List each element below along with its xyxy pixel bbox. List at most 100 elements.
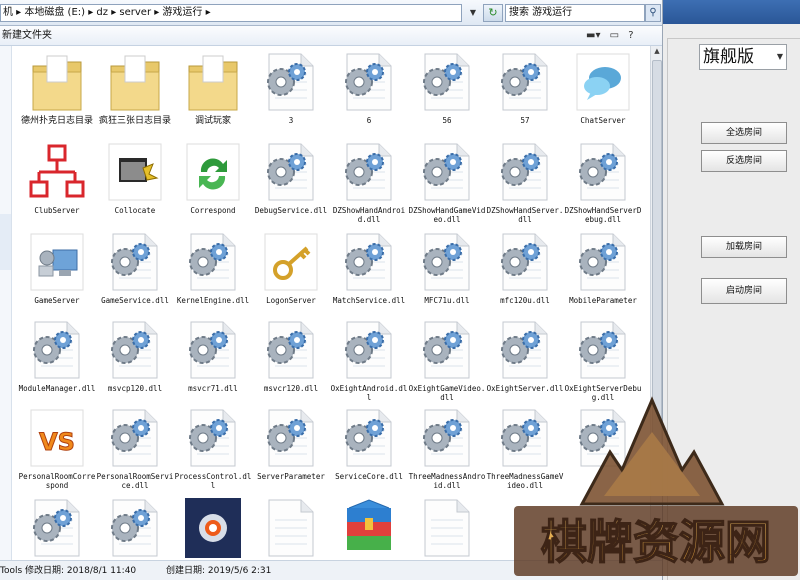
file-item[interactable] <box>96 492 174 560</box>
file-label: 57 <box>520 116 530 125</box>
file-item[interactable]: DZShowHandServerDebug.dll <box>564 136 642 224</box>
computer-icon <box>30 233 84 291</box>
gear-file-icon <box>111 233 158 291</box>
winrar-icon <box>347 499 391 550</box>
gear-file-icon <box>345 53 392 111</box>
file-item[interactable] <box>18 492 96 560</box>
gear-file-icon <box>579 233 626 291</box>
file-item[interactable] <box>252 492 330 560</box>
file-item[interactable]: ThreeMadnessAndroid.dll <box>408 402 486 490</box>
load-rooms-button[interactable]: 加载房间 <box>701 236 787 258</box>
file-item[interactable]: ModuleManager.dll <box>18 314 96 400</box>
file-item[interactable]: ChatServer <box>564 46 642 132</box>
file-item[interactable]: ServiceCore.dll <box>330 402 408 488</box>
file-item[interactable]: 6 <box>330 46 408 132</box>
file-item[interactable]: OxEightGameVideo.dll <box>408 314 486 402</box>
file-item[interactable]: ProcessControl.dll <box>174 402 252 490</box>
file-item[interactable]: ClubServer <box>18 136 96 222</box>
file-item[interactable]: msvcr71.dll <box>174 314 252 400</box>
file-item[interactable]: LogonServer <box>252 226 330 312</box>
file-item[interactable]: GameServer <box>18 226 96 312</box>
file-item[interactable]: OxEightAndroid.dll <box>330 314 408 402</box>
navigation-pane[interactable] <box>0 46 12 560</box>
file-label: ChatServer <box>580 116 626 125</box>
refresh-button[interactable]: ↻ <box>483 4 503 22</box>
app-window-icon <box>108 143 162 201</box>
file-label: LogonServer <box>266 296 316 305</box>
file-item[interactable] <box>174 492 252 560</box>
file-item[interactable]: MatchService.dll <box>330 226 408 312</box>
search-icon[interactable]: ⚲ <box>645 4 661 22</box>
file-item[interactable]: Correspond <box>174 136 252 222</box>
scroll-up-icon[interactable]: ▲ <box>652 47 662 59</box>
select-all-rooms-button[interactable]: 全选房间 <box>701 122 787 144</box>
file-label: PersonalRoomService.dll <box>96 472 174 490</box>
command-toolbar: 新建文件夹 ▬▾ ▭ ? <box>0 26 662 46</box>
file-item[interactable] <box>408 492 486 560</box>
file-item[interactable]: DZShowHandAndroid.dll <box>330 136 408 224</box>
file-item[interactable]: KernelEngine.dll <box>174 226 252 312</box>
app-titlebar <box>663 0 800 24</box>
preview-pane-icon[interactable]: ▭ <box>610 29 619 43</box>
file-item[interactable]: DebugService.dll <box>252 136 330 222</box>
file-item[interactable]: mfc120u.dll <box>486 226 564 312</box>
file-label: GameService.dll <box>101 296 169 305</box>
address-bar: 机 ▸ 本地磁盘 (E:) ▸ dz ▸ server ▸ 游戏运行 ▸ ▼ ↻… <box>0 0 662 26</box>
edition-select[interactable]: 旗舰版 ▼ <box>699 44 787 70</box>
search-input[interactable]: 搜索 游戏运行 <box>505 4 645 22</box>
file-item[interactable]: msvcp120.dll <box>96 314 174 400</box>
file-label: msvcr71.dll <box>188 384 238 393</box>
gear-file-icon <box>267 321 314 379</box>
file-item[interactable]: 56 <box>408 46 486 132</box>
status-created-date: 创建日期: 2019/5/6 2:31 <box>166 566 272 576</box>
file-label: DZShowHandAndroid.dll <box>332 206 406 224</box>
file-item[interactable]: MFC71u.dll <box>408 226 486 312</box>
gear-file-icon <box>579 143 626 201</box>
file-item[interactable]: 疯狂三张日志目录 <box>96 46 174 132</box>
folder-icon <box>188 55 238 111</box>
file-item[interactable]: 57 <box>486 46 564 132</box>
org-chart-icon <box>29 144 85 198</box>
file-item[interactable]: 3 <box>252 46 330 132</box>
file-item[interactable]: MobileParameter <box>564 226 642 312</box>
file-item[interactable]: 调试玩家 <box>174 46 252 132</box>
gear-file-icon <box>501 233 548 291</box>
file-label: DebugService.dll <box>254 206 328 215</box>
file-label: DZShowHandGameVideo.dll <box>408 206 486 224</box>
file-item[interactable]: GameService.dll <box>96 226 174 312</box>
invert-selection-button[interactable]: 反选房间 <box>701 150 787 172</box>
file-label: ThreeMadnessAndroid.dll <box>408 472 486 490</box>
file-item[interactable]: msvcr120.dll <box>252 314 330 400</box>
gear-file-icon <box>501 143 548 201</box>
file-item[interactable]: ServerParameter <box>252 402 330 488</box>
file-item[interactable] <box>330 492 408 560</box>
file-item[interactable]: Collocate <box>96 136 174 222</box>
view-mode-icon[interactable]: ▬▾ <box>586 29 600 43</box>
file-item[interactable]: 德州扑克日志目录 <box>18 46 96 132</box>
gear-file-icon <box>345 409 392 467</box>
file-label: msvcr120.dll <box>263 384 319 393</box>
file-label: ServerParameter <box>257 472 325 481</box>
file-label: OxEightAndroid.dll <box>330 384 408 402</box>
gear-file-icon <box>423 321 470 379</box>
file-item[interactable]: PersonalRoomService.dll <box>96 402 174 490</box>
file-item[interactable]: DZShowHandGameVideo.dll <box>408 136 486 224</box>
gear-file-icon <box>33 499 80 557</box>
help-icon[interactable]: ? <box>628 29 633 43</box>
start-rooms-button[interactable]: 启动房间 <box>701 278 787 304</box>
new-folder-button[interactable]: 新建文件夹 <box>2 29 52 43</box>
file-label: 56 <box>442 116 452 125</box>
file-label: KernelEngine.dll <box>176 296 250 305</box>
address-path-input[interactable]: 机 ▸ 本地磁盘 (E:) ▸ dz ▸ server ▸ 游戏运行 ▸ <box>0 4 462 22</box>
folder-icon <box>32 55 82 111</box>
file-item[interactable]: OxEightServerDebug.dll <box>564 314 642 402</box>
gear-file-icon <box>33 321 80 379</box>
file-item[interactable]: DZShowHandServer.dll <box>486 136 564 224</box>
gear-file-icon <box>267 409 314 467</box>
file-label: MobileParameter <box>569 296 637 305</box>
chevron-down-icon: ▼ <box>776 52 783 61</box>
file-item[interactable]: VS PersonalRoomCorrespond <box>18 402 96 490</box>
chevron-down-icon[interactable]: ▼ <box>466 5 480 21</box>
file-item[interactable]: OxEightServer.dll <box>486 314 564 400</box>
chat-bubble-icon <box>576 53 630 111</box>
